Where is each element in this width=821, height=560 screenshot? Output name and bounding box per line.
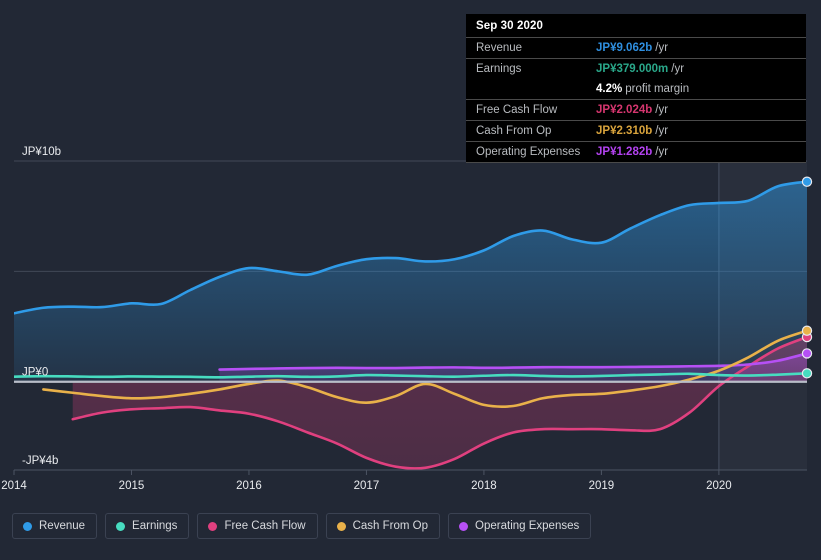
x-tick-label: 2020 bbox=[706, 480, 732, 492]
tooltip-row-label: Earnings bbox=[476, 63, 522, 75]
tooltip-row-value: JP¥2.310b bbox=[596, 125, 653, 137]
legend-item-earnings[interactable]: Earnings bbox=[105, 513, 190, 539]
legend-color-dot-icon bbox=[459, 521, 469, 531]
legend-item-label: Operating Expenses bbox=[475, 520, 580, 532]
legend-item-operating-expenses[interactable]: Operating Expenses bbox=[448, 513, 592, 539]
tooltip-row-label: Revenue bbox=[476, 42, 523, 54]
area-revenue bbox=[14, 181, 807, 382]
x-tick-label: 2014 bbox=[1, 480, 27, 492]
tooltip-row-value: JP¥1.282b bbox=[596, 146, 653, 158]
legend-color-dot-icon bbox=[336, 521, 346, 531]
tooltip-row: Earnings JP¥379.000m/yr bbox=[466, 58, 806, 79]
x-tick-label: 2019 bbox=[589, 480, 615, 492]
legend-item-label: Free Cash Flow bbox=[224, 520, 306, 532]
tooltip-row: Free Cash Flow JP¥2.024b/yr bbox=[466, 99, 806, 120]
tooltip-row: Cash From Op JP¥2.310b/yr bbox=[466, 120, 806, 141]
legend-item-label: Cash From Op bbox=[352, 520, 429, 532]
endpoint-cash-from-op bbox=[801, 325, 813, 336]
tooltip-row-unit: /yr bbox=[655, 146, 669, 158]
y-tick-label: -JP¥4b bbox=[22, 455, 58, 467]
tooltip-row-unit: /yr bbox=[655, 104, 669, 116]
legend-item-label: Earnings bbox=[132, 520, 178, 532]
tooltip-row-unit: profit margin bbox=[625, 83, 690, 95]
x-axis: 2014 2015 2016 2017 2018 2019 2020 bbox=[1, 469, 807, 492]
x-tick-label: 2017 bbox=[354, 480, 380, 492]
tooltip-row-value: JP¥2.024b bbox=[596, 104, 653, 116]
tooltip-row: Revenue JP¥9.062b/yr bbox=[466, 37, 806, 58]
tooltip-row-unit: /yr bbox=[655, 125, 669, 137]
endpoint-earnings bbox=[801, 368, 813, 379]
chart-legend: Revenue Earnings Free Cash Flow Cash From O… bbox=[12, 513, 592, 539]
x-tick-label: 2015 bbox=[119, 480, 145, 492]
tooltip-rows: Revenue JP¥9.062b/yr Earnings JP¥379.000m/y… bbox=[466, 37, 806, 163]
endpoint-operating-expenses bbox=[801, 348, 813, 359]
tooltip-row: Operating Expenses JP¥1.282b/yr bbox=[466, 141, 806, 163]
x-tick-label: 2016 bbox=[236, 480, 262, 492]
tooltip-date: Sep 30 2020 bbox=[476, 20, 543, 32]
tooltip-row-value: JP¥9.062b bbox=[596, 42, 653, 54]
tooltip-row: 4.2% profit margin bbox=[466, 79, 806, 99]
legend-color-dot-icon bbox=[208, 521, 218, 531]
financial-area-chart: JP¥10b JP¥0 -JP¥4b 2014 2015 2016 2017 2018 201… bbox=[0, 0, 821, 560]
y-tick-label: JP¥0 bbox=[22, 367, 48, 379]
legend-color-dot-icon bbox=[23, 521, 32, 531]
tooltip-row-label: Free Cash Flow bbox=[476, 104, 558, 116]
legend-color-dot-icon bbox=[116, 521, 126, 531]
endpoint-revenue bbox=[801, 176, 813, 187]
tooltip-row-label: Cash From Op bbox=[476, 125, 552, 137]
legend-item-cash-from-op[interactable]: Cash From Op bbox=[325, 513, 441, 539]
tooltip-row-value: 4.2% bbox=[596, 83, 623, 95]
series-areas bbox=[14, 181, 807, 469]
legend-item-free-cash-flow[interactable]: Free Cash Flow bbox=[197, 513, 318, 539]
tooltip-row-unit: /yr bbox=[655, 42, 669, 54]
series-tooltip: Sep 30 2020 Revenue JP¥9.062b/yr Earnings J… bbox=[466, 14, 806, 163]
tooltip-row-unit: /yr bbox=[671, 63, 685, 75]
tooltip-row-value: JP¥379.000m bbox=[596, 63, 669, 75]
x-tick-label: 2018 bbox=[471, 480, 497, 492]
legend-item-label: Revenue bbox=[39, 520, 86, 532]
legend-item-revenue[interactable]: Revenue bbox=[12, 513, 98, 539]
y-tick-label: JP¥10b bbox=[22, 146, 61, 158]
tooltip-row-label: Operating Expenses bbox=[476, 146, 581, 158]
